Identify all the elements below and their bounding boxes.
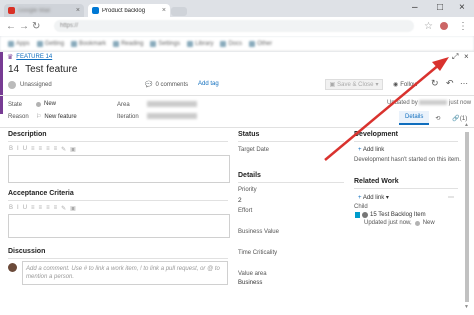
arrow-shaft — [324, 63, 441, 161]
annotation-arrow — [324, 57, 449, 161]
